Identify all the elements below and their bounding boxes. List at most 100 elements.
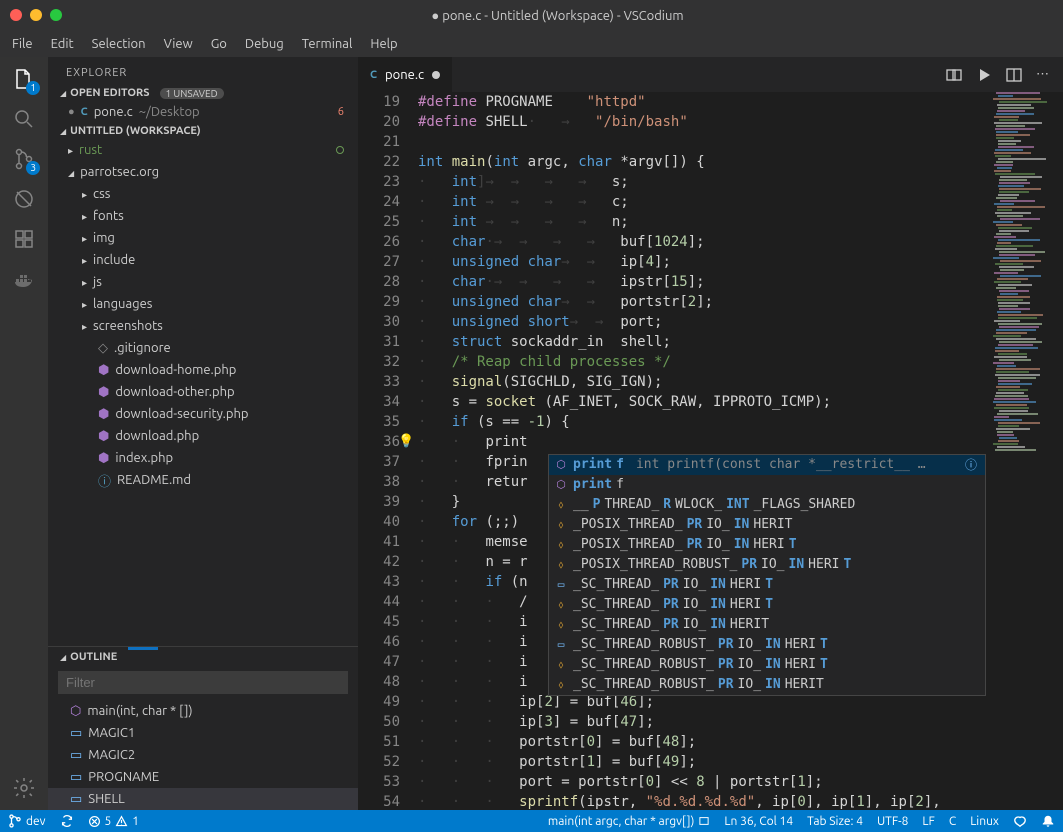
suggest-item[interactable]: ⬡printfint printf(const char *__restrict… — [549, 455, 985, 475]
file-README.md[interactable]: ⓘREADME.md — [48, 469, 358, 491]
file-download-security.php[interactable]: ⬢download-security.php — [48, 403, 358, 425]
docker-icon[interactable] — [10, 265, 38, 293]
code-content[interactable]: #define PROGNAME "httpd"#define SHELL· →… — [418, 92, 1063, 810]
folder-languages[interactable]: languages — [48, 293, 358, 315]
suggest-item[interactable]: ⬨_SC_THREAD_ROBUST_PRIO_INHERIT — [549, 675, 985, 695]
open-file-problems: 6 — [338, 106, 344, 118]
tabs: C pone.c ⋯ — [358, 57, 1063, 92]
eol[interactable]: LF — [922, 815, 934, 828]
problems[interactable]: 5 1 — [88, 815, 140, 828]
search-icon[interactable] — [10, 105, 38, 133]
suggest-item[interactable]: ⬨_POSIX_THREAD_PRIO_INHERIT — [549, 535, 985, 555]
outline-main(int, char * [])[interactable]: ⬡main(int, char * []) — [48, 700, 358, 722]
suggest-item[interactable]: ⬡printf — [549, 475, 985, 495]
window-title: ● pone.c - Untitled (Workspace) - VSCodi… — [62, 8, 1053, 23]
suggest-item[interactable]: ⬨__PTHREAD_RWLOCK_INT_FLAGS_SHARED — [549, 495, 985, 515]
suggest-item[interactable]: ▭_SC_THREAD_PRIO_INHERIT — [549, 575, 985, 595]
menu-selection[interactable]: Selection — [84, 34, 154, 54]
modified-dot-icon: ● — [68, 106, 75, 118]
folder-parrotsec[interactable]: parrotsec.org — [48, 161, 358, 183]
window-controls — [10, 9, 62, 21]
sync-icon[interactable] — [60, 814, 74, 828]
sidebar-title: EXPLORER — [48, 57, 358, 85]
c-file-icon: C — [81, 106, 88, 118]
folder-fonts[interactable]: fonts — [48, 205, 358, 227]
explorer-icon[interactable]: 1 — [10, 65, 38, 93]
menu-debug[interactable]: Debug — [237, 34, 292, 54]
c-file-icon: C — [370, 69, 377, 81]
minimap[interactable] — [993, 92, 1063, 810]
outline-title: OUTLINE — [70, 651, 117, 663]
workspace-label: UNTITLED (WORKSPACE) — [70, 125, 201, 137]
folder-img[interactable]: img — [48, 227, 358, 249]
sidebar: EXPLORER OPEN EDITORS 1 UNSAVED ● C pone… — [48, 57, 358, 810]
file-.gitignore[interactable]: ◇.gitignore — [48, 337, 358, 359]
suggest-widget[interactable]: ⬡printfint printf(const char *__restrict… — [548, 454, 986, 696]
editor-body[interactable]: 1920212223242526272829303132333435363738… — [358, 92, 1063, 810]
outline-filter-input[interactable] — [58, 671, 348, 694]
folder-css[interactable]: css — [48, 183, 358, 205]
menu-go[interactable]: Go — [203, 34, 235, 54]
suggest-item[interactable]: ⬨_SC_THREAD_ROBUST_PRIO_INHERIT — [549, 655, 985, 675]
menubar: FileEditSelectionViewGoDebugTerminalHelp — [0, 30, 1063, 57]
encoding[interactable]: UTF-8 — [877, 815, 908, 828]
more-icon[interactable]: ⋯ — [1036, 67, 1049, 82]
file-download-home.php[interactable]: ⬢download-home.php — [48, 359, 358, 381]
outline-PROGNAME[interactable]: ▭PROGNAME — [48, 766, 358, 788]
folder-js[interactable]: js — [48, 271, 358, 293]
open-file-name: pone.c — [94, 105, 133, 119]
outline-header[interactable]: OUTLINE — [48, 646, 358, 665]
tab-size[interactable]: Tab Size: 4 — [807, 815, 863, 828]
titlebar: ● pone.c - Untitled (Workspace) - VSCodi… — [0, 0, 1063, 30]
os-indicator[interactable]: Linux — [970, 815, 999, 828]
close-window[interactable] — [10, 9, 22, 21]
menu-help[interactable]: Help — [362, 34, 405, 54]
menu-terminal[interactable]: Terminal — [294, 34, 361, 54]
debug-icon[interactable] — [10, 185, 38, 213]
menu-file[interactable]: File — [4, 34, 41, 54]
outline-MAGIC1[interactable]: ▭MAGIC1 — [48, 722, 358, 744]
outline-section: OUTLINE ⬡main(int, char * [])▭MAGIC1▭MAG… — [48, 646, 358, 810]
file-download-other.php[interactable]: ⬢download-other.php — [48, 381, 358, 403]
run-icon[interactable] — [976, 67, 992, 83]
bell-icon[interactable] — [1041, 814, 1055, 828]
status-bar: dev 5 1 main(int argc, char * argv[]) Ln… — [0, 810, 1063, 832]
open-changes-icon[interactable] — [946, 67, 962, 83]
breadcrumb[interactable]: main(int argc, char * argv[]) — [548, 815, 710, 828]
git-branch[interactable]: dev — [8, 814, 46, 828]
open-file-path: ~/Desktop — [139, 105, 200, 119]
zoom-window[interactable] — [50, 9, 62, 21]
tab-label: pone.c — [385, 68, 424, 82]
language-mode[interactable]: C — [949, 815, 956, 828]
open-editor-item[interactable]: ● C pone.c ~/Desktop 6 — [48, 101, 358, 123]
folder-include[interactable]: include — [48, 249, 358, 271]
open-editors-header[interactable]: OPEN EDITORS 1 UNSAVED — [48, 85, 358, 101]
cursor-pos[interactable]: Ln 36, Col 14 — [724, 815, 793, 828]
open-editors-label: OPEN EDITORS — [70, 87, 149, 99]
unsaved-badge: 1 UNSAVED — [160, 88, 224, 99]
suggest-item[interactable]: ⬨_SC_THREAD_PRIO_INHERIT — [549, 595, 985, 615]
feedback-icon[interactable] — [1013, 814, 1027, 828]
settings-gear-icon[interactable] — [10, 774, 38, 802]
split-editor-icon[interactable] — [1006, 67, 1022, 83]
extensions-icon[interactable] — [10, 225, 38, 253]
file-index.php[interactable]: ⬢index.php — [48, 447, 358, 469]
workspace-header[interactable]: UNTITLED (WORKSPACE) — [48, 123, 358, 139]
folder-rust[interactable]: rust — [48, 139, 358, 161]
suggest-item[interactable]: ⬨_POSIX_THREAD_ROBUST_PRIO_INHERIT — [549, 555, 985, 575]
scm-badge: 3 — [26, 161, 40, 175]
tab-pone-c[interactable]: C pone.c — [358, 57, 453, 92]
suggest-item[interactable]: ⬨_SC_THREAD_PRIO_INHERIT — [549, 615, 985, 635]
activity-bar: 1 3 — [0, 57, 48, 810]
suggest-item[interactable]: ⬨_POSIX_THREAD_PRIO_INHERIT — [549, 515, 985, 535]
menu-edit[interactable]: Edit — [43, 34, 82, 54]
minimize-window[interactable] — [30, 9, 42, 21]
outline-SHELL[interactable]: ▭SHELL — [48, 788, 358, 810]
source-control-icon[interactable]: 3 — [10, 145, 38, 173]
folder-screenshots[interactable]: screenshots — [48, 315, 358, 337]
outline-MAGIC2[interactable]: ▭MAGIC2 — [48, 744, 358, 766]
file-download.php[interactable]: ⬢download.php — [48, 425, 358, 447]
explorer-badge: 1 — [26, 81, 40, 95]
menu-view[interactable]: View — [156, 34, 201, 54]
suggest-item[interactable]: ▭_SC_THREAD_ROBUST_PRIO_INHERIT — [549, 635, 985, 655]
